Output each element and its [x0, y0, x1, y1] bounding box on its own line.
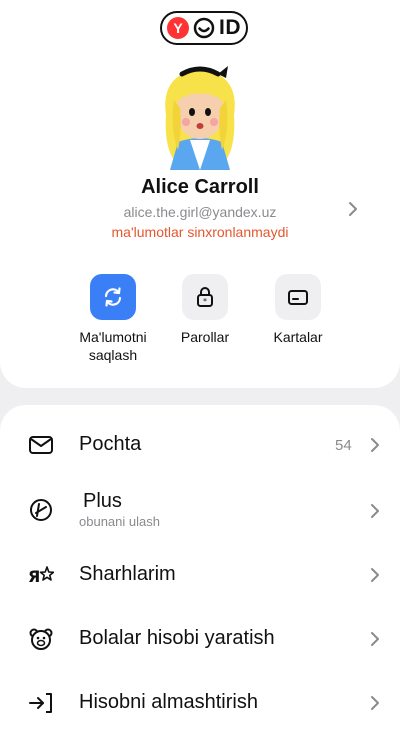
reviews-icon: Я — [28, 566, 54, 586]
chevron-right-icon — [371, 568, 379, 582]
mail-icon — [29, 436, 53, 454]
cards-action[interactable]: Kartalar — [243, 274, 353, 346]
menu-item-kids-account[interactable]: Bolalar hisobi yaratish — [0, 614, 400, 664]
chevron-right-icon — [371, 438, 379, 452]
chevron-right-icon — [371, 504, 379, 518]
sync-icon — [104, 287, 122, 307]
cards-button[interactable] — [275, 274, 321, 320]
chevron-right-icon — [371, 696, 379, 710]
menu-item-label: Sharhlarim — [79, 563, 176, 585]
svg-text:Я: Я — [28, 567, 40, 586]
menu-item-switch-account[interactable]: Hisobni almashtirish — [0, 678, 400, 728]
yandex-logo-icon: Y — [167, 17, 189, 39]
yandex-id-logo: Y ID — [160, 11, 248, 45]
menu-item-label: Plus — [83, 490, 122, 512]
menu-item-plus[interactable]: Plus obunani ulash — [0, 484, 400, 538]
menu-item-reviews[interactable]: Я Sharhlarim — [0, 550, 400, 600]
menu-item-sublabel: obunani ulash — [79, 514, 160, 529]
save-data-button[interactable] — [90, 274, 136, 320]
id-label: ID — [219, 16, 241, 39]
lock-icon: * — [197, 287, 213, 307]
chevron-right-icon[interactable] — [346, 201, 360, 217]
switch-account-icon — [29, 693, 52, 713]
menu-item-label: Hisobni almashtirish — [79, 691, 258, 713]
card-icon — [288, 290, 308, 305]
avatar[interactable] — [156, 60, 244, 172]
smile-icon — [193, 17, 215, 39]
bear-icon — [29, 628, 53, 650]
plus-icon — [30, 499, 52, 521]
user-email: alice.the.girl@yandex.uz — [123, 204, 277, 220]
sync-status: ma'lumotlar sinxronlanmaydi — [111, 224, 289, 240]
menu-item-label: Pochta — [79, 433, 142, 455]
passwords-button[interactable]: * — [182, 274, 228, 320]
menu-item-label: Bolalar hisobi yaratish — [79, 627, 275, 649]
mail-count-badge: 54 — [335, 437, 352, 454]
menu-item-mail[interactable]: Pochta 54 — [0, 420, 400, 470]
chevron-right-icon — [371, 632, 379, 646]
cards-label: Kartalar — [273, 329, 323, 345]
user-name: Alice Carroll — [141, 176, 259, 198]
svg-text:*: * — [203, 297, 207, 306]
